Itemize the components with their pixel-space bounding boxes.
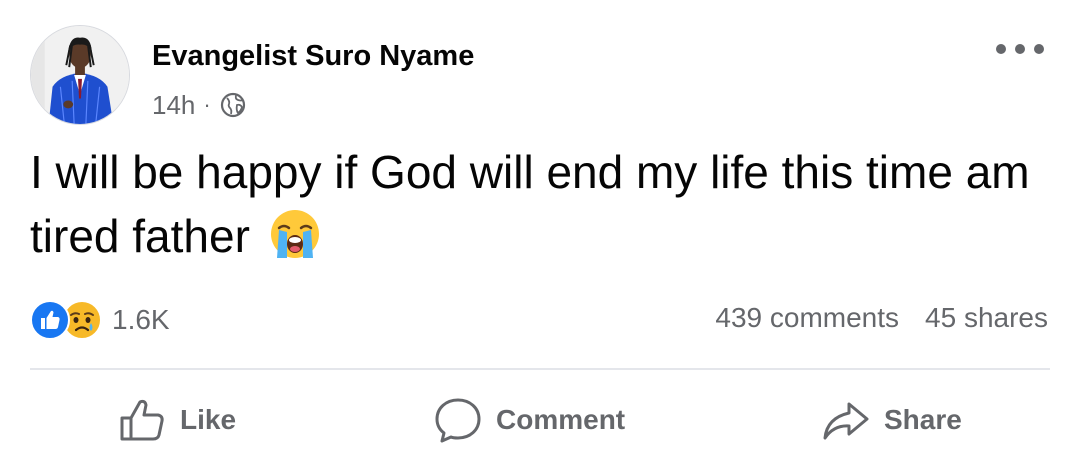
share-label: Share xyxy=(884,404,962,435)
reaction-count: 1.6K xyxy=(112,304,170,335)
dot-icon xyxy=(996,44,1006,54)
dot-icon xyxy=(1015,44,1025,54)
post-meta: 14h · xyxy=(152,88,247,122)
like-button[interactable]: Like xyxy=(118,390,236,450)
share-button[interactable]: Share xyxy=(822,390,962,450)
author-name[interactable]: Evangelist Suro Nyame xyxy=(152,40,474,73)
like-reaction-icon xyxy=(30,300,70,340)
comment-button[interactable]: Comment xyxy=(434,390,625,450)
actions-divider xyxy=(30,368,1050,370)
dot-icon xyxy=(1034,44,1044,54)
globe-icon xyxy=(220,92,245,118)
post-actions-bar: Like Comment Share xyxy=(0,390,1080,450)
reactions-summary[interactable]: 1.6K xyxy=(30,298,170,342)
share-arrow-icon xyxy=(823,402,869,440)
loudly-crying-face-emoji xyxy=(270,210,319,258)
comments-count-link[interactable]: 439 comments xyxy=(715,302,899,334)
meta-separator: · xyxy=(203,92,211,117)
shares-count-link[interactable]: 45 shares xyxy=(925,302,1048,334)
like-label: Like xyxy=(180,404,237,435)
comment-bubble-icon xyxy=(435,398,481,443)
post-stats: 439 comments 45 shares xyxy=(715,302,1048,334)
author-avatar[interactable] xyxy=(30,25,130,125)
comment-label: Comment xyxy=(496,404,626,435)
avatar-image xyxy=(31,26,129,124)
more-options-button[interactable] xyxy=(996,38,1044,60)
post-text: I will be happy if God will end my life … xyxy=(30,146,1030,262)
post-body: I will be happy if God will end my life … xyxy=(30,140,1030,268)
post-time[interactable]: 14h xyxy=(152,90,195,121)
thumbs-up-icon xyxy=(120,399,164,441)
